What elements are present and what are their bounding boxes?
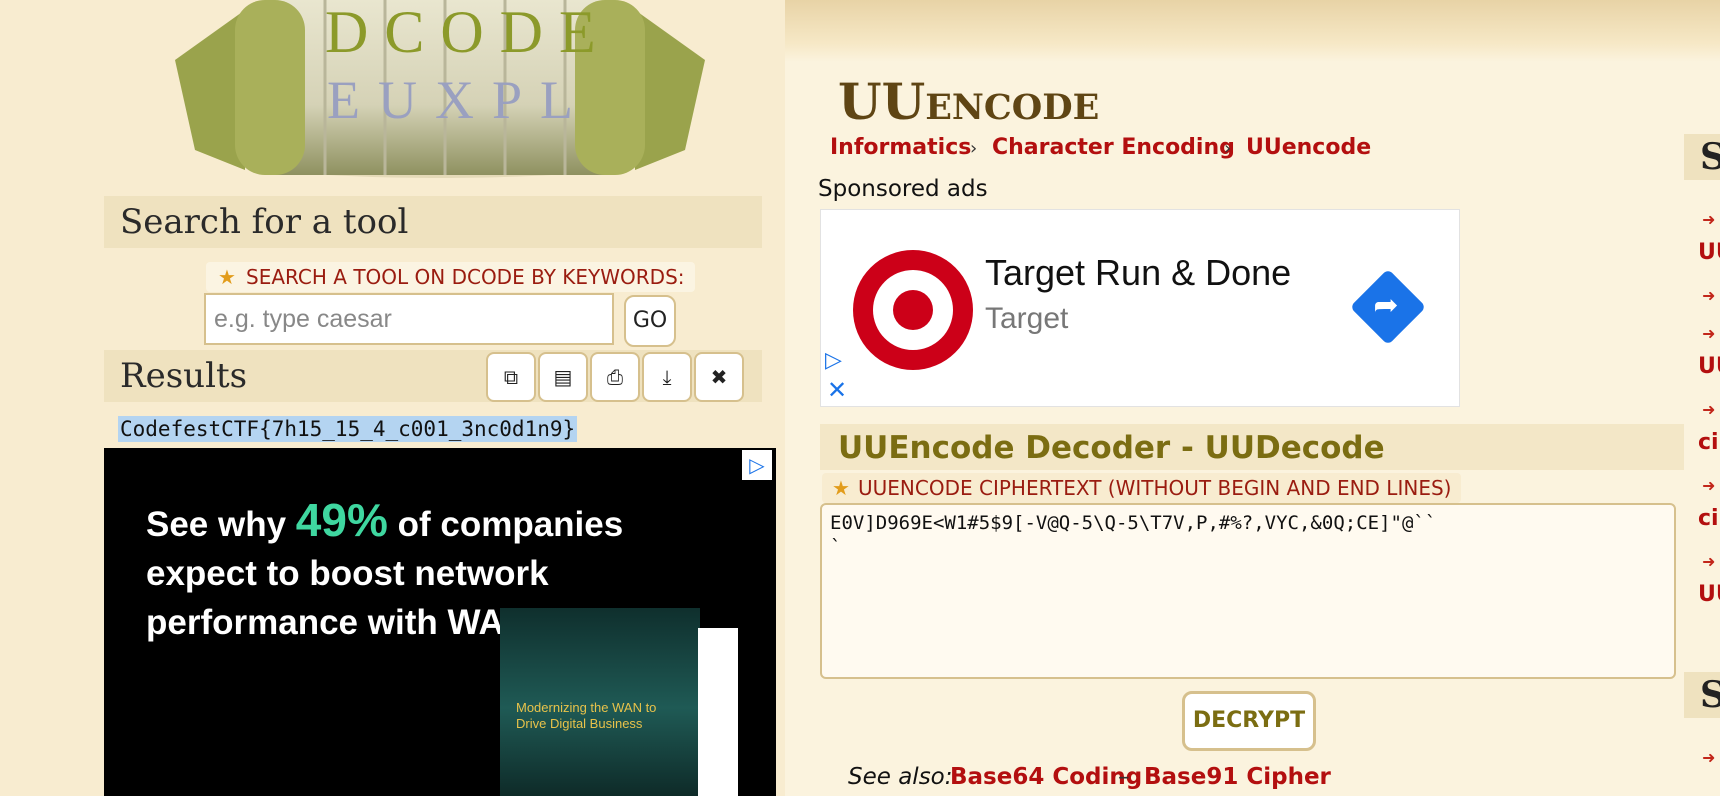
download-icon: ⤓ [662, 365, 672, 389]
download-button[interactable]: ⤓ [642, 352, 692, 402]
result-output[interactable]: CodefestCTF{7h15_15_4_c001_3nc0d1n9} [118, 416, 578, 442]
sidebar-arrow-icon: ➜ [1702, 748, 1716, 767]
breadcrumb-character-encoding[interactable]: Character Encoding [992, 135, 1235, 160]
sidebar-link[interactable]: UU [1698, 582, 1720, 607]
ad-book-title: Modernizing the WAN to Drive Digital Bus… [516, 700, 657, 731]
decrypt-button[interactable]: DECRYPT [1182, 691, 1316, 751]
see-also-base64-link[interactable]: Base64 Coding [950, 764, 1142, 790]
target-ad-subtitle: Target [985, 302, 1069, 335]
ad-headline-pre: See why [146, 505, 296, 544]
sidebar-header-letter: S [1700, 674, 1720, 716]
sidebar-link[interactable]: ci [1698, 430, 1719, 455]
search-panel-header: Search for a tool [104, 196, 762, 248]
go-button[interactable]: GO [624, 295, 676, 347]
ciphertext-input[interactable]: E0V]D969E<W1#5$9[-V@Q-5\Q-5\T7V,P,#%?,VY… [820, 503, 1676, 679]
sidebar-arrow-icon: ➜ [1702, 210, 1716, 229]
sidebar-arrow-icon: ➜ [1702, 400, 1716, 419]
breadcrumb-chevron-icon: › [970, 138, 978, 159]
print-button[interactable]: ⎙ [590, 352, 640, 402]
directions-arrow-icon[interactable]: ➦ [1349, 268, 1427, 346]
see-also-label: See also: [848, 764, 953, 790]
copy-all-icon: ▤ [553, 365, 573, 389]
cipher-label-text: UUENCODE CIPHERTEXT (WITHOUT BEGIN AND E… [858, 476, 1452, 500]
search-panel-title: Search for a tool [120, 202, 409, 242]
sidebar-arrow-icon: ➜ [1702, 286, 1716, 305]
star-icon: ★ [832, 476, 850, 500]
copy-icon: ⧉ [503, 365, 519, 389]
results-panel-title: Results [120, 356, 248, 396]
cipher-label: ★ UUENCODE CIPHERTEXT (WITHOUT BEGIN AND… [822, 473, 1462, 503]
keyword-label: ★ SEARCH A TOOL ON DCODE BY KEYWORDS: [206, 262, 695, 292]
sponsored-label: Sponsored ads [818, 176, 988, 202]
star-icon: ★ [218, 265, 236, 289]
sidebar-link[interactable]: UU [1698, 354, 1720, 379]
target-logo [853, 250, 973, 370]
page-title: UUencode [838, 72, 1100, 131]
ad-close-icon[interactable]: ✕ [827, 376, 847, 404]
close-results-button[interactable]: ✖ [694, 352, 744, 402]
target-ad-title[interactable]: Target Run & Done [985, 252, 1291, 294]
print-icon: ⎙ [607, 365, 623, 389]
breadcrumb-chevron-icon: › [1224, 138, 1232, 159]
close-icon: ✖ [710, 365, 728, 389]
search-input[interactable] [204, 293, 614, 345]
left-ad[interactable]: ▷ See why 49% of companies expect to boo… [104, 448, 776, 796]
sidebar-arrow-icon: ➜ [1702, 552, 1716, 571]
see-also-base91-link[interactable]: Base91 Cipher [1144, 764, 1331, 790]
parchment-header [785, 0, 1720, 62]
sidebar-link[interactable]: UU [1698, 240, 1720, 265]
tool-title: UUEncode Decoder - UUDecode [838, 430, 1385, 466]
copy-all-button[interactable]: ▤ [538, 352, 588, 402]
logo-letters-top: DCODE [325, 0, 612, 65]
sidebar-arrow-icon: ➜ [1702, 324, 1716, 343]
breadcrumb-informatics[interactable]: Informatics [830, 135, 971, 160]
breadcrumb-uuencode[interactable]: UUencode [1246, 135, 1371, 160]
logo-letters-mid: EUXPL [327, 70, 591, 130]
target-ad[interactable]: Target Run & Done Target ➦ ▷ ✕ [820, 209, 1460, 407]
sidebar-header: S [1684, 672, 1720, 718]
ad-choices-icon[interactable]: ▷ [742, 450, 772, 480]
ad-choices-icon[interactable]: ▷ [825, 348, 842, 373]
ad-headline-percent: 49% [295, 494, 388, 546]
sidebar-arrow-icon: ➜ [1702, 476, 1716, 495]
dcode-logo[interactable]: DCODE EUXPL [175, 0, 705, 190]
ad-book-page [698, 628, 738, 796]
see-also-separator: – [1118, 764, 1130, 790]
copy-button[interactable]: ⧉ [486, 352, 536, 402]
sidebar-header-letter: S [1700, 136, 1720, 178]
sidebar-link[interactable]: ci [1698, 506, 1719, 531]
keyword-label-text: SEARCH A TOOL ON DCODE BY KEYWORDS: [246, 265, 685, 289]
sidebar-header: S [1684, 134, 1720, 180]
